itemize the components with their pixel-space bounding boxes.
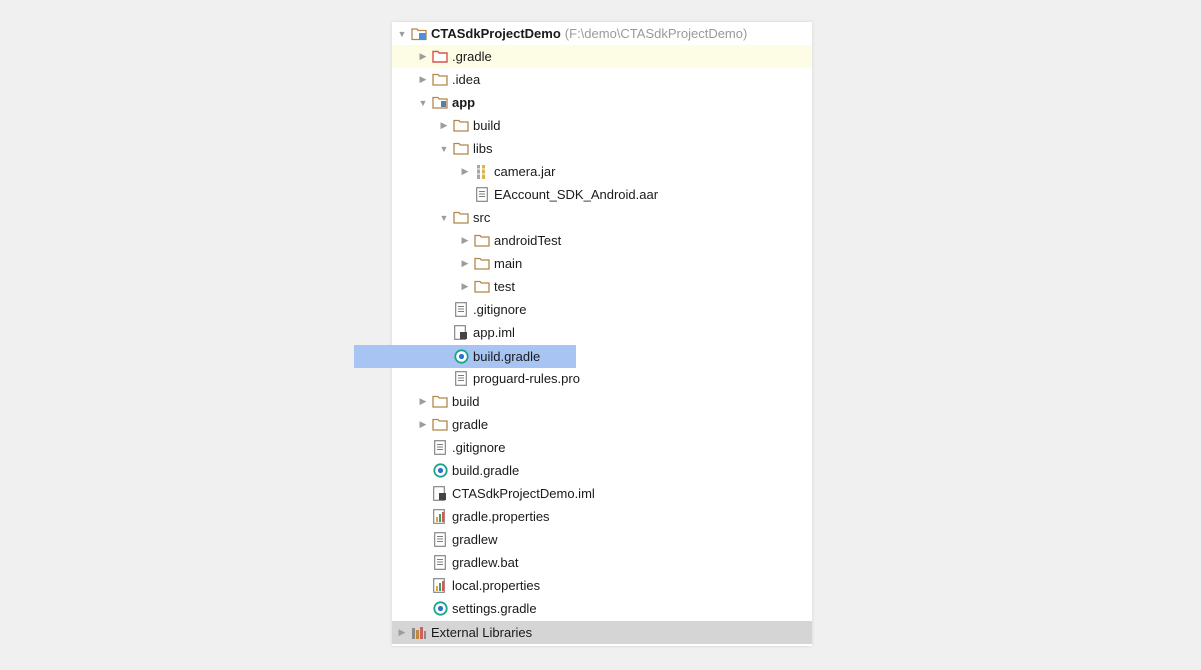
iml-file-icon — [431, 486, 449, 502]
tree-item-label: libs — [473, 141, 493, 156]
project-name: CTASdkProjectDemo — [431, 26, 561, 41]
project-tree-panel: ▼ CTASdkProjectDemo (F:\demo\CTASdkProje… — [392, 22, 812, 646]
expand-arrow-right-icon[interactable]: ▶ — [415, 419, 431, 430]
project-path: (F:\demo\CTASdkProjectDemo) — [564, 26, 748, 41]
folder-icon — [431, 72, 449, 88]
expand-arrow-right-icon[interactable]: ▶ — [415, 51, 431, 62]
tree-row-app-build-dir[interactable]: ▶ build — [392, 114, 812, 137]
tree-item-label: camera.jar — [494, 164, 556, 179]
tree-row-project-iml[interactable]: CTASdkProjectDemo.iml — [392, 482, 812, 505]
gradle-icon — [452, 349, 470, 365]
tree-item-label: build.gradle — [452, 463, 520, 478]
file-text-icon — [431, 440, 449, 456]
tree-item-label: settings.gradle — [452, 601, 537, 616]
expand-arrow-down-icon[interactable]: ▼ — [436, 144, 452, 154]
tree-row-root-build-dir[interactable]: ▶ build — [392, 390, 812, 413]
gradle-icon — [431, 601, 449, 617]
expand-arrow-right-icon[interactable]: ▶ — [436, 120, 452, 131]
expand-arrow-down-icon[interactable]: ▼ — [436, 213, 452, 223]
tree-item-label: .idea — [452, 72, 481, 87]
tree-item-label: build — [452, 394, 480, 409]
tree-item-label: build.gradle — [473, 349, 541, 364]
folder-icon — [431, 394, 449, 410]
tree-row-camera-jar[interactable]: ▶ camera.jar — [392, 160, 812, 183]
tree-row-gradle-properties[interactable]: gradle.properties — [392, 505, 812, 528]
expand-arrow-down-icon[interactable]: ▼ — [415, 98, 431, 108]
iml-file-icon — [452, 325, 470, 341]
tree-item-label: app.iml — [473, 325, 515, 340]
tree-row-gradlew-bat[interactable]: gradlew.bat — [392, 551, 812, 574]
tree-item-label: .gradle — [452, 49, 492, 64]
tree-item-label: gradlew — [452, 532, 498, 547]
folder-icon — [431, 417, 449, 433]
folder-icon — [452, 141, 470, 157]
tree-row-src-dir[interactable]: ▼ src — [392, 206, 812, 229]
tree-item-label: CTASdkProjectDemo.iml — [452, 486, 595, 501]
tree-item-label: androidTest — [494, 233, 562, 248]
tree-row-app-build-gradle[interactable]: build.gradle — [392, 345, 540, 368]
tree-row-test-dir[interactable]: ▶ test — [392, 275, 812, 298]
properties-icon — [431, 578, 449, 594]
tree-item-label: EAccount_SDK_Android.aar — [494, 187, 659, 202]
jar-icon — [473, 164, 491, 180]
project-folder-icon — [410, 26, 428, 42]
expand-arrow-right-icon[interactable]: ▶ — [415, 396, 431, 407]
tree-row-proguard-rules[interactable]: proguard-rules.pro — [392, 367, 812, 390]
expand-arrow-right-icon[interactable]: ▶ — [457, 166, 473, 177]
module-folder-icon — [431, 95, 449, 111]
tree-item-label: test — [494, 279, 515, 294]
file-text-icon — [431, 532, 449, 548]
tree-item-label: local.properties — [452, 578, 541, 593]
tree-item-label: app — [452, 95, 476, 110]
folder-icon — [452, 118, 470, 134]
tree-item-label: .gitignore — [473, 302, 527, 317]
folder-icon — [452, 210, 470, 226]
expand-arrow-down-icon[interactable]: ▼ — [394, 29, 410, 39]
tree-row-root-gitignore[interactable]: .gitignore — [392, 436, 812, 459]
folder-icon — [473, 279, 491, 295]
tree-row-external-libraries[interactable]: ▶ External Libraries — [392, 621, 812, 644]
tree-row-local-properties[interactable]: local.properties — [392, 574, 812, 597]
file-text-icon — [431, 555, 449, 571]
tree-row-app-iml[interactable]: app.iml — [392, 321, 812, 344]
folder-icon — [473, 256, 491, 272]
expand-arrow-right-icon[interactable]: ▶ — [457, 281, 473, 292]
external-libraries-label: External Libraries — [431, 625, 533, 640]
tree-item-label: gradle.properties — [452, 509, 550, 524]
file-text-icon — [452, 371, 470, 387]
tree-row-root-build-gradle[interactable]: build.gradle — [392, 459, 812, 482]
tree-item-label: main — [494, 256, 523, 271]
file-text-icon — [452, 302, 470, 318]
expand-arrow-right-icon[interactable]: ▶ — [457, 235, 473, 246]
tree-row-app-module[interactable]: ▼ app — [392, 91, 812, 114]
expand-arrow-right-icon[interactable]: ▶ — [394, 627, 410, 638]
tree-row-androidtest-dir[interactable]: ▶ androidTest — [392, 229, 812, 252]
tree-item-label: src — [473, 210, 491, 225]
folder-red-icon — [431, 49, 449, 65]
tree-row-libs-dir[interactable]: ▼ libs — [392, 137, 812, 160]
tree-row-idea-dir[interactable]: ▶ .idea — [392, 68, 812, 91]
tree-item-label: gradle — [452, 417, 489, 432]
tree-row-eaccount-aar[interactable]: EAccount_SDK_Android.aar — [392, 183, 812, 206]
library-icon — [410, 625, 428, 641]
file-text-icon — [473, 187, 491, 203]
folder-icon — [473, 233, 491, 249]
tree-row-project-root[interactable]: ▼ CTASdkProjectDemo (F:\demo\CTASdkProje… — [392, 22, 812, 45]
tree-row-main-dir[interactable]: ▶ main — [392, 252, 812, 275]
tree-row-gradlew[interactable]: gradlew — [392, 528, 812, 551]
expand-arrow-right-icon[interactable]: ▶ — [415, 74, 431, 85]
tree-item-label: .gitignore — [452, 440, 506, 455]
gradle-icon — [431, 463, 449, 479]
tree-item-label: gradlew.bat — [452, 555, 519, 570]
tree-item-label: build — [473, 118, 501, 133]
tree-row-root-gradle-dir[interactable]: ▶ gradle — [392, 413, 812, 436]
tree-row-settings-gradle[interactable]: settings.gradle — [392, 597, 812, 620]
tree-row-gradle-dir[interactable]: ▶ .gradle — [392, 45, 812, 68]
tree-item-label: proguard-rules.pro — [473, 371, 580, 386]
properties-icon — [431, 509, 449, 525]
expand-arrow-right-icon[interactable]: ▶ — [457, 258, 473, 269]
tree-row-app-gitignore[interactable]: .gitignore — [392, 298, 812, 321]
